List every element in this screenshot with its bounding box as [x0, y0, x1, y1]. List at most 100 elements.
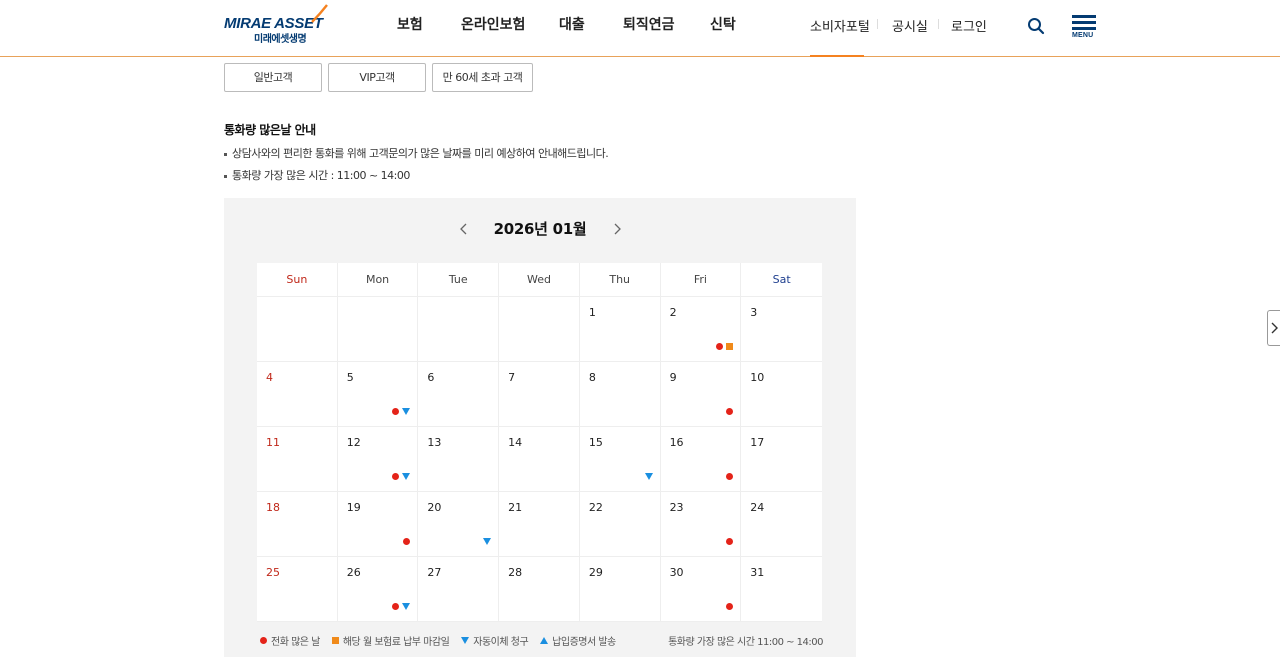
weekday-header: Tue — [418, 263, 500, 297]
nav-pension[interactable]: 퇴직연금 — [623, 14, 675, 34]
calendar-day-cell[interactable]: 11 — [257, 427, 338, 492]
busy-day-dot-icon — [392, 408, 400, 415]
menu-button[interactable]: MENU — [1072, 15, 1096, 39]
day-number: 14 — [508, 436, 523, 449]
day-markers — [483, 538, 492, 545]
site-header: MIRAE ASSET 미래에셋생명 보험 온라인보험 대출 퇴직연금 신탁 소… — [0, 0, 1280, 57]
busy-day-dot-icon — [260, 637, 267, 644]
legend-item: 납입증명서 발송 — [540, 633, 616, 648]
auto-transfer-triangle-icon — [402, 408, 411, 415]
nav-loan[interactable]: 대출 — [559, 14, 585, 34]
certificate-triangle-icon — [540, 637, 549, 644]
calendar-day-cell[interactable]: 29 — [579, 557, 661, 622]
calendar-day-cell[interactable]: 31 — [741, 557, 822, 622]
menu-icon-bar — [1072, 21, 1096, 24]
util-disclosure[interactable]: 공시실 — [892, 16, 928, 35]
calendar-day-cell[interactable]: 30 — [660, 557, 742, 622]
busy-day-dot-icon — [726, 473, 734, 480]
calendar-day-cell[interactable]: 4 — [257, 362, 338, 427]
util-divider — [938, 19, 939, 29]
calendar-day-cell[interactable]: 21 — [499, 492, 580, 557]
calendar-day-cell[interactable]: 26 — [337, 557, 419, 622]
auto-transfer-triangle-icon — [402, 473, 411, 480]
day-number: 20 — [427, 501, 442, 514]
calendar-day-cell[interactable]: 17 — [741, 427, 822, 492]
calendar-day-cell — [499, 297, 580, 362]
util-consumer-portal[interactable]: 소비자포털 — [810, 16, 870, 35]
side-panel-toggle[interactable] — [1267, 310, 1280, 346]
day-number: 21 — [508, 501, 523, 514]
day-number: 19 — [346, 501, 361, 514]
nav-trust[interactable]: 신탁 — [710, 14, 736, 34]
weekday-header: Sat — [741, 263, 822, 297]
calendar-panel: 2026년 01월 Sun Mon Tue Wed Thu Fri Sat 1 2 3 4 5 6 7 8 9… — [224, 198, 856, 657]
tab-general-customer[interactable]: 일반고객 — [224, 63, 322, 92]
logo-swoosh-icon — [311, 4, 328, 23]
next-month-icon[interactable] — [610, 222, 624, 236]
busy-day-dot-icon — [716, 343, 724, 350]
tab-senior-customer[interactable]: 만 60세 초과 고객 — [432, 63, 533, 92]
calendar-day-cell[interactable]: 10 — [741, 362, 822, 427]
busy-day-dot-icon — [392, 603, 400, 610]
day-number: 3 — [750, 306, 758, 319]
nav-online-insurance[interactable]: 온라인보험 — [461, 14, 525, 34]
nav-insurance[interactable]: 보험 — [397, 14, 423, 34]
calendar-day-cell[interactable]: 24 — [741, 492, 822, 557]
legend-label: 전화 많은 날 — [271, 637, 320, 648]
calendar-day-cell[interactable]: 20 — [418, 492, 500, 557]
calendar-day-cell[interactable]: 2 — [660, 297, 742, 362]
calendar-grid: Sun Mon Tue Wed Thu Fri Sat 1 2 3 4 5 6 7 8 9 10 11 12 13 14… — [257, 263, 822, 622]
day-number: 30 — [669, 566, 684, 579]
calendar-day-cell[interactable]: 1 — [579, 297, 661, 362]
day-number: 28 — [508, 566, 523, 579]
calendar-day-cell[interactable]: 7 — [499, 362, 580, 427]
calendar-day-cell[interactable]: 5 — [337, 362, 419, 427]
calendar-day-cell[interactable]: 28 — [499, 557, 580, 622]
day-number: 16 — [669, 436, 684, 449]
util-divider — [877, 19, 878, 29]
day-number: 4 — [266, 371, 273, 384]
search-icon[interactable] — [1027, 17, 1045, 35]
logo[interactable]: MIRAE ASSET 미래에셋생명 — [224, 4, 334, 46]
tab-vip-customer[interactable]: VIP고객 — [328, 63, 426, 92]
day-number: 27 — [427, 566, 442, 579]
day-markers — [644, 473, 653, 480]
day-number: 8 — [588, 371, 596, 384]
legend-peak-time-note: 통화량 가장 많은 시간 11:00 ~ 14:00 — [668, 637, 823, 648]
calendar-day-cell[interactable]: 23 — [660, 492, 742, 557]
calendar-day-cell[interactable]: 18 — [257, 492, 338, 557]
day-number: 2 — [669, 306, 677, 319]
day-number: 11 — [266, 436, 280, 449]
calendar-day-cell[interactable]: 16 — [660, 427, 742, 492]
payment-deadline-square-icon — [331, 637, 339, 644]
legend-item: 해당 월 보험료 납부 마감일 — [331, 633, 450, 648]
day-number: 25 — [266, 566, 280, 579]
busy-day-dot-icon — [726, 603, 734, 610]
menu-label: MENU — [1072, 32, 1094, 39]
calendar-legend: 전화 많은 날 해당 월 보험료 납부 마감일 자동이체 청구 납입증명서 발송 — [260, 633, 616, 648]
calendar-day-cell[interactable]: 9 — [660, 362, 742, 427]
calendar-day-cell[interactable]: 25 — [257, 557, 338, 622]
auto-transfer-triangle-icon — [644, 473, 653, 480]
day-markers — [392, 473, 411, 480]
calendar-day-cell[interactable]: 8 — [579, 362, 661, 427]
weekday-header: Thu — [579, 263, 661, 297]
util-login[interactable]: 로그인 — [951, 16, 987, 35]
calendar-day-cell[interactable]: 19 — [337, 492, 419, 557]
day-number: 10 — [750, 371, 765, 384]
weekday-header: Mon — [337, 263, 419, 297]
day-number: 18 — [266, 501, 280, 514]
calendar-day-cell[interactable]: 22 — [579, 492, 661, 557]
calendar-day-cell[interactable]: 6 — [418, 362, 500, 427]
calendar-day-cell[interactable]: 15 — [579, 427, 661, 492]
info-line: 통화량 가장 많은 시간 : 11:00 ~ 14:00 — [224, 167, 410, 183]
busy-day-dot-icon — [726, 538, 734, 545]
menu-icon-bar — [1072, 27, 1096, 30]
calendar-day-cell[interactable]: 12 — [337, 427, 419, 492]
calendar-day-cell[interactable]: 13 — [418, 427, 500, 492]
calendar-day-cell[interactable]: 14 — [499, 427, 580, 492]
payment-deadline-square-icon — [726, 343, 734, 350]
calendar-day-cell[interactable]: 27 — [418, 557, 500, 622]
calendar-day-cell[interactable]: 3 — [741, 297, 822, 362]
chevron-right-icon — [1271, 322, 1278, 334]
